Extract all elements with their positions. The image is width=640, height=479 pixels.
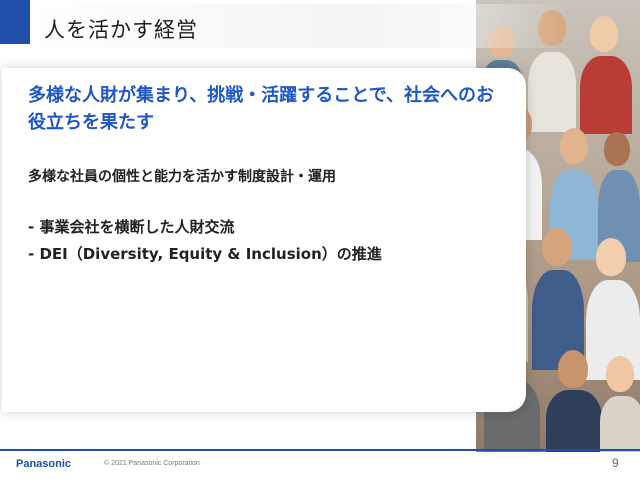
person-shape xyxy=(528,52,576,132)
slide-title: 人を活かす経営 xyxy=(44,18,198,42)
person-face xyxy=(604,132,630,166)
bullet-item: - 事業会社を横断した人財交流 xyxy=(28,218,235,236)
person-face xyxy=(542,228,572,266)
slide: 人を活かす経営 多様な人財が集まり、挑戦・活躍することで、社会へのお役立ちを果た… xyxy=(0,0,640,479)
footer-divider xyxy=(0,449,640,451)
subheading: 多様な社員の個性と能力を活かす制度設計・運用 xyxy=(28,169,336,185)
person-face xyxy=(606,356,634,392)
person-shape xyxy=(546,390,602,452)
page-number: 9 xyxy=(612,456,619,470)
bullet-list: - 事業会社を横断した人財交流 - DEI（Diversity, Equity … xyxy=(28,214,382,268)
person-face xyxy=(590,16,618,52)
title-accent-block xyxy=(0,0,30,44)
headline: 多様な人財が集まり、挑戦・活躍することで、社会へのお役立ちを果たす xyxy=(28,85,495,133)
panasonic-logo: Panasonic xyxy=(16,458,72,470)
person-face xyxy=(560,128,588,164)
copyright-text: © 2021 Panasonic Corporation xyxy=(104,460,200,467)
person-shape xyxy=(600,396,640,452)
person-face xyxy=(596,238,626,276)
person-shape xyxy=(580,56,632,134)
slide-header: 人を活かす経営 xyxy=(0,0,570,60)
person-face xyxy=(558,350,588,388)
bullet-item: - DEI（Diversity, Equity & Inclusion）の推進 xyxy=(28,245,382,263)
